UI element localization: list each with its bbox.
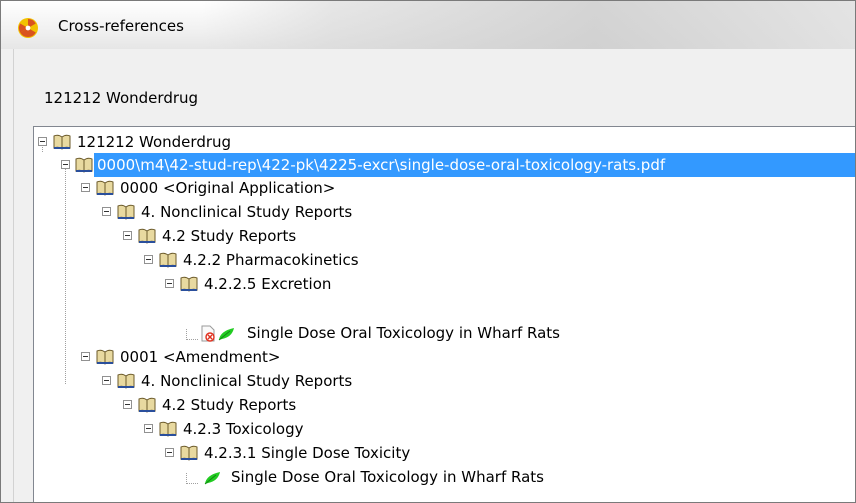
background-window-blur [201,1,855,49]
book-icon [117,204,135,220]
tree-node-selected-document[interactable]: 0000\m4\42-stud-rep\422-pk\4225-excr\sin… [34,153,855,177]
collapse-toggle-icon[interactable] [81,352,90,361]
tree-node-label: 4. Nonclinical Study Reports [141,203,353,221]
leaf-icon [204,472,220,485]
collapse-toggle-icon[interactable] [81,183,90,192]
tree-node-sequence-0000[interactable]: 0000 <Original Application> [34,176,855,200]
collapse-toggle-icon[interactable] [165,279,174,288]
tree-node-label: 121212 Wonderdrug [77,133,232,151]
book-icon [53,134,71,150]
collapse-toggle-icon[interactable] [123,400,132,409]
collapse-toggle-icon[interactable] [102,376,111,385]
book-icon [96,180,114,196]
product-label: 121212 Wonderdrug [44,89,199,107]
book-icon [180,276,198,292]
tree-node-label: 4. Nonclinical Study Reports [141,372,353,390]
tree-node-label: Single Dose Oral Toxicology in Wharf Rat… [231,468,545,486]
tree-node-label: 4.2 Study Reports [162,396,297,414]
tree-node-document[interactable]: Single Dose Oral Toxicology in Wharf Rat… [34,465,855,489]
title-bar[interactable]: Cross-references [1,1,855,49]
book-icon [138,397,156,413]
radiation-icon [18,18,38,38]
tree-node-label: 0000\m4\42-stud-rep\422-pk\4225-excr\sin… [97,156,666,174]
tree-node-leafsection[interactable]: 4.2.2.5 Excretion [34,272,855,296]
tree-node-label: Single Dose Oral Toxicology in Wharf Rat… [247,324,561,342]
tree-node-label: 4.2.2 Pharmacokinetics [183,251,359,269]
collapse-toggle-icon[interactable] [38,137,47,146]
book-icon [159,252,177,268]
tree-node-document[interactable]: Single Dose Oral Toxicology in Wharf Rat… [34,321,855,345]
book-icon [138,228,156,244]
book-icon [96,349,114,365]
collapse-toggle-icon[interactable] [102,207,111,216]
tree-node-label: 0001 <Amendment> [120,348,281,366]
tree-node-root[interactable]: 121212 Wonderdrug [34,130,855,154]
collapse-toggle-icon[interactable] [123,231,132,240]
tree-node-subsection[interactable]: 4.2.2 Pharmacokinetics [34,248,855,272]
book-icon [180,445,198,461]
leaf-icon [218,328,234,341]
document-deleted-icon [201,325,215,342]
tree-node-label: 4.2.2.5 Excretion [204,275,332,293]
collapse-toggle-icon[interactable] [61,160,70,169]
book-icon [159,421,177,437]
tree-node-module[interactable]: 4. Nonclinical Study Reports [34,200,855,224]
window-title: Cross-references [58,17,184,35]
tree-node-section[interactable]: 4.2 Study Reports [34,393,855,417]
cross-references-window: Cross-references 121212 Wonderdrug 12121… [0,0,856,503]
cross-reference-tree[interactable]: 121212 Wonderdrug 0000\m4\42-stud-rep\42… [33,126,855,502]
tree-node-label: 4.2 Study Reports [162,227,297,245]
tree-node-subsection[interactable]: 4.2.3 Toxicology [34,417,855,441]
book-icon [75,157,93,173]
tree-node-sequence-0001[interactable]: 0001 <Amendment> [34,345,855,369]
collapse-toggle-icon[interactable] [144,255,153,264]
collapse-toggle-icon[interactable] [165,448,174,457]
tree-node-label: 4.2.3 Toxicology [183,420,304,438]
tree-node-module[interactable]: 4. Nonclinical Study Reports [34,369,855,393]
tree-node-label: 0000 <Original Application> [120,179,336,197]
book-icon [117,373,135,389]
tree-node-leafsection[interactable]: 4.2.3.1 Single Dose Toxicity [34,441,855,465]
tree-node-label: 4.2.3.1 Single Dose Toxicity [204,444,411,462]
collapse-toggle-icon[interactable] [144,424,153,433]
tree-node-section[interactable]: 4.2 Study Reports [34,224,855,248]
